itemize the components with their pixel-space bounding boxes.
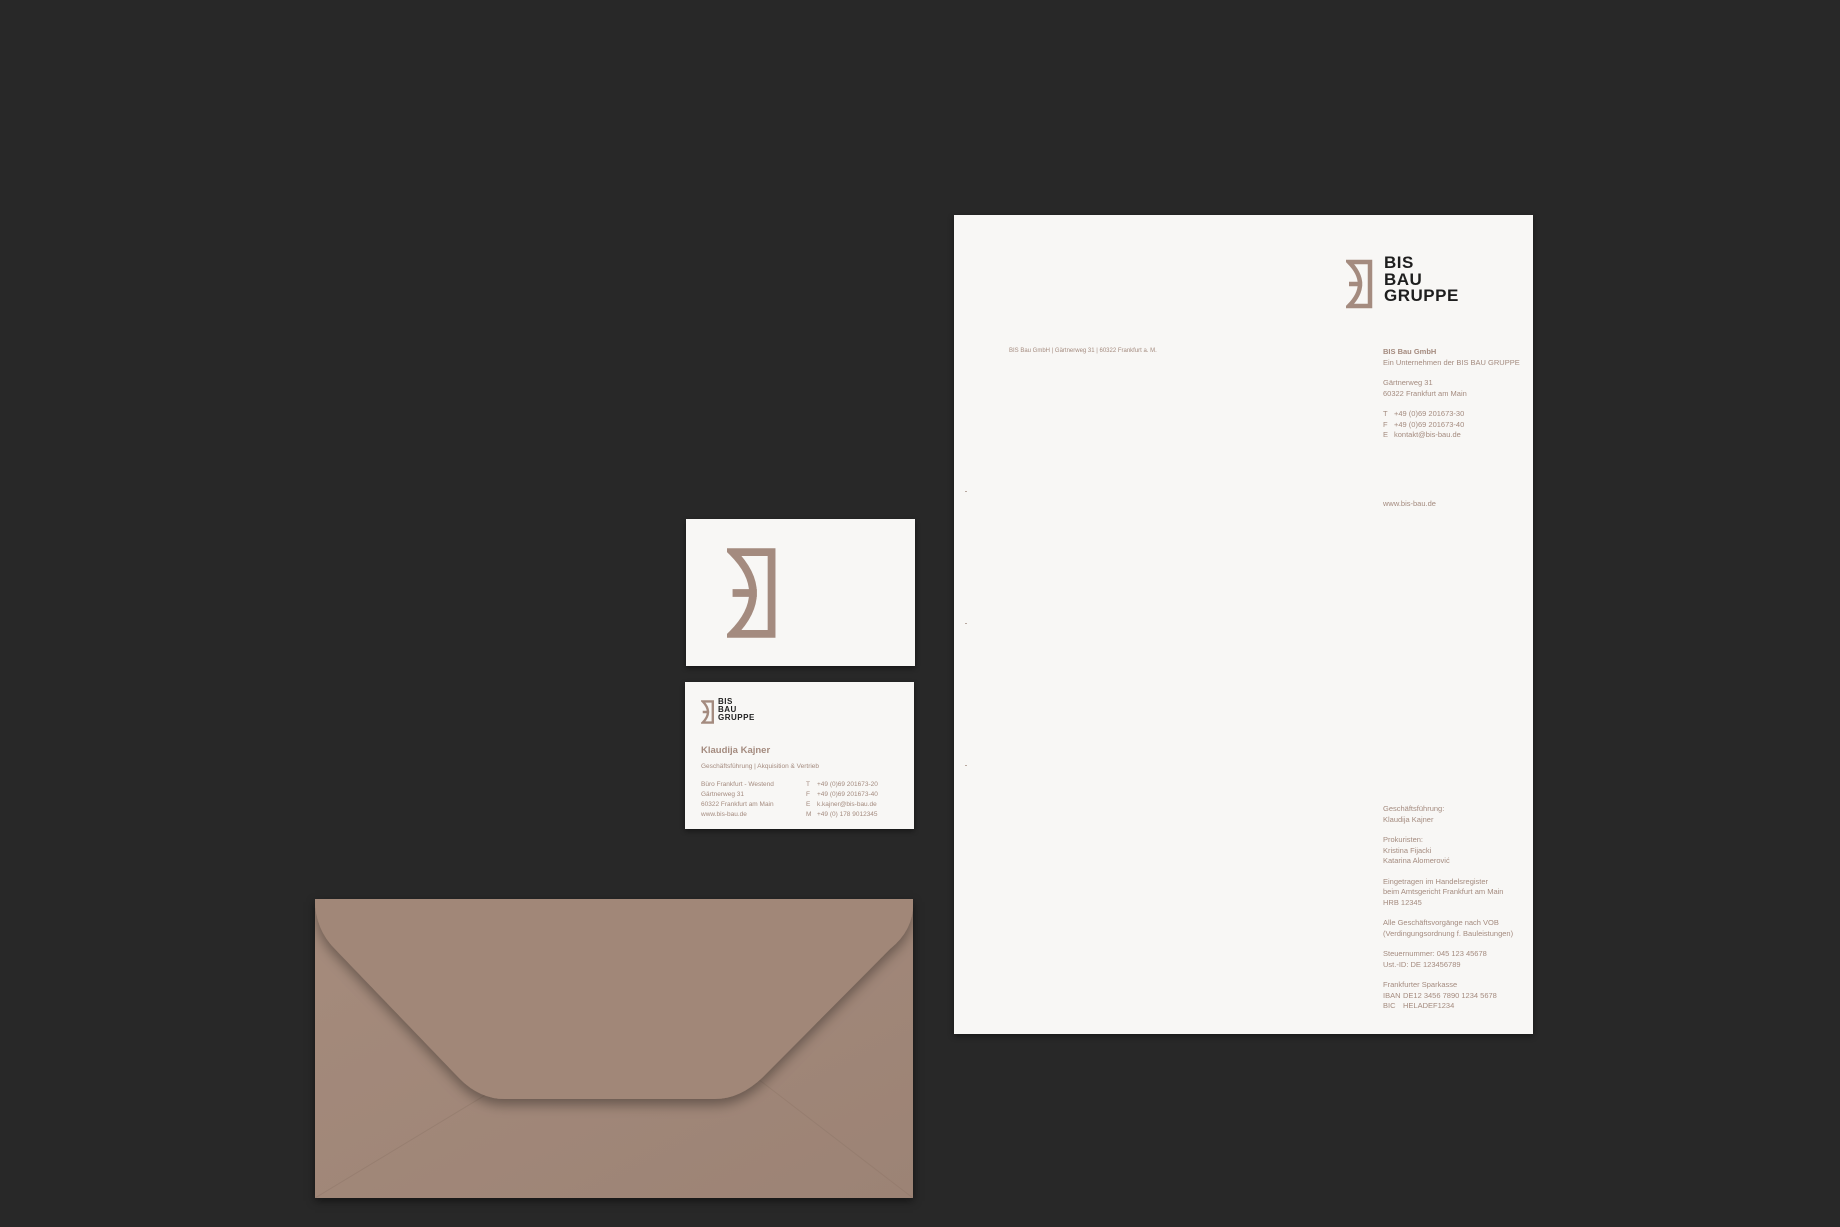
brand-b-mark-icon bbox=[1346, 259, 1373, 309]
logo-wordmark: BIS BAU GRUPPE bbox=[718, 698, 755, 722]
web-address: www.bis-bau.de bbox=[1383, 499, 1436, 508]
letterhead-sheet: BIS BAU GRUPPE BIS Bau GmbH | Gärtnerweg… bbox=[954, 215, 1533, 1034]
contact-row: M +49 (0) 178 9012345 bbox=[806, 811, 878, 818]
card-person-role: Geschäftsführung | Akquisition & Vertrie… bbox=[701, 763, 820, 770]
sender-line: BIS Bau GmbH | Gärtnerweg 31 | 60322 Fra… bbox=[1009, 348, 1157, 354]
logo-line: GRUPPE bbox=[1384, 286, 1459, 305]
contact-row: F +49 (0)69 201673-40 bbox=[1383, 419, 1465, 429]
envelope bbox=[315, 899, 913, 1198]
fold-mark bbox=[965, 491, 967, 492]
logo-wordmark: BIS BAU GRUPPE bbox=[1384, 254, 1459, 305]
company-name: BIS Bau GmbH bbox=[1383, 347, 1437, 356]
legal-footer: Geschäftsführung: Klaudija Kajner Prokur… bbox=[1383, 804, 1514, 1010]
fold-mark bbox=[965, 623, 967, 624]
company-sub: Ein Unternehmen der BIS BAU GRUPPE bbox=[1383, 357, 1520, 367]
contact-row: F +49 (0)69 201673-40 bbox=[806, 791, 878, 798]
contact-row: Ek.kajner@bis-bau.de bbox=[806, 801, 877, 808]
brand-b-mark-icon bbox=[701, 700, 714, 724]
contact-row: T +49 (0)69 201673-20 bbox=[806, 781, 878, 788]
punch-mark bbox=[965, 765, 967, 766]
company-block: BIS Bau GmbH Ein Unternehmen der BIS BAU… bbox=[1383, 347, 1520, 441]
business-card-front bbox=[686, 519, 915, 666]
card-person-name: Klaudija Kajner bbox=[701, 745, 771, 756]
contact-row: Ekontakt@bis-bau.de bbox=[1383, 430, 1461, 439]
street: Gärtnerweg 31 bbox=[1383, 378, 1433, 387]
contact-row: T +49 (0)69 201673-30 bbox=[1383, 409, 1465, 418]
city: 60322 Frankfurt am Main bbox=[1383, 388, 1467, 398]
business-card-back: BIS BAU GRUPPE Klaudija Kajner Geschäfts… bbox=[685, 682, 914, 829]
card-address: Büro Frankfurt - Westend Gärtnerweg 31 6… bbox=[701, 781, 774, 818]
brand-b-mark-icon bbox=[727, 548, 776, 638]
card-contacts: T +49 (0)69 201673-20 F +49 (0)69 201673-4… bbox=[806, 780, 878, 820]
logo-line: GRUPPE bbox=[718, 713, 755, 722]
